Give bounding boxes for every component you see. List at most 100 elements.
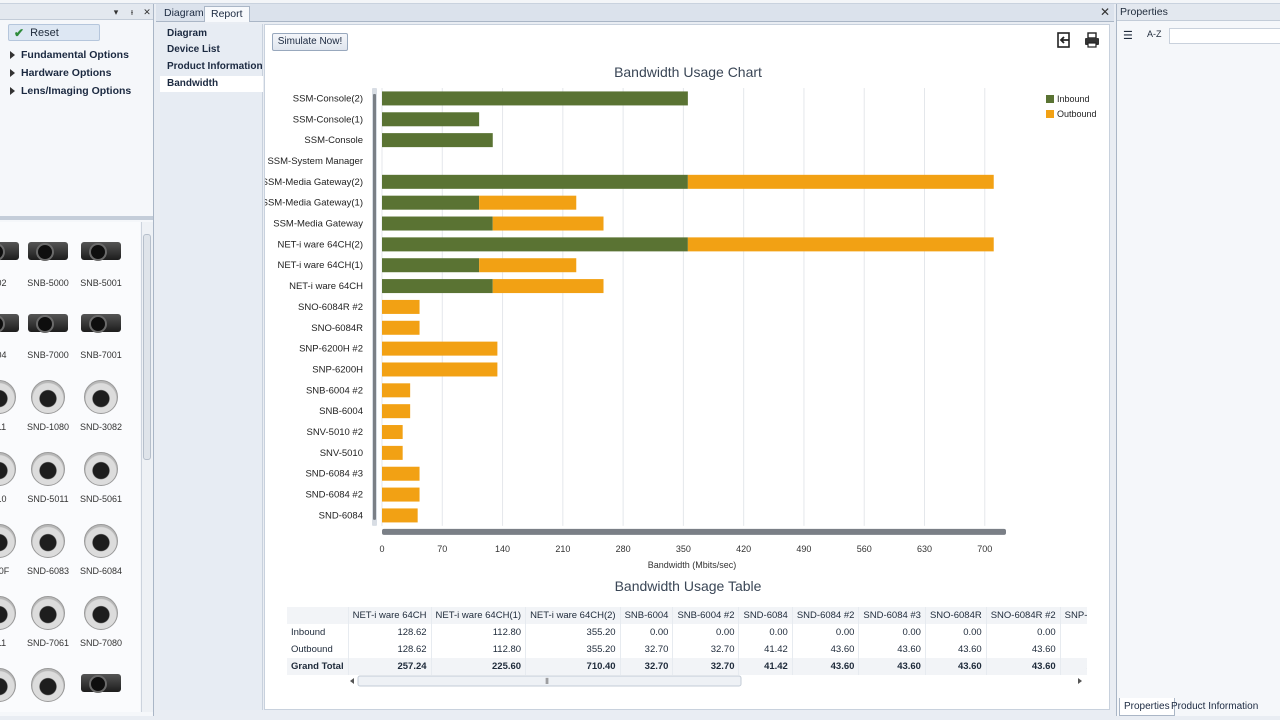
table-cell: 257.24 bbox=[348, 658, 432, 675]
bar-outbound bbox=[382, 299, 420, 314]
dome-camera-icon bbox=[0, 524, 16, 558]
bandwidth-chart: 0 70 140 210 280 350 420 490 560 630 700 SSM-Consol… bbox=[265, 88, 1097, 570]
table-cell: 32.70 bbox=[620, 641, 674, 658]
table-cell: 43.60 bbox=[792, 658, 860, 675]
y-category-label: SSM-Console bbox=[304, 135, 363, 146]
camera-item[interactable]: SND-7080 bbox=[76, 588, 126, 654]
table-cell: 128.62 bbox=[348, 624, 432, 641]
camera-item[interactable]: SNB-5001 bbox=[76, 228, 126, 294]
table-row: Outbound 128.62 112.80 355.20 32.70 32.70 41.4… bbox=[287, 641, 1087, 658]
bar-inbound bbox=[382, 174, 688, 189]
bar-outbound bbox=[382, 445, 403, 460]
sort-az-button[interactable]: A-Z bbox=[1147, 29, 1162, 39]
column-header[interactable]: NET-i ware 64CH bbox=[348, 607, 432, 624]
nav-item-bandwidth[interactable]: Bandwidth bbox=[160, 76, 263, 92]
table-row: Inbound 128.62 112.80 355.20 0.00 0.00 0.00 0.0… bbox=[287, 624, 1087, 641]
camera-label: SNB-5001 bbox=[80, 278, 122, 288]
column-header[interactable]: SNP-6200H bbox=[1060, 607, 1087, 624]
table-cell: 32.70 bbox=[620, 658, 674, 675]
properties-search-input[interactable] bbox=[1169, 28, 1280, 44]
reset-label: Reset bbox=[30, 26, 59, 39]
camera-item[interactable]: SNB-7001 bbox=[76, 300, 126, 366]
panel-splitter[interactable] bbox=[0, 216, 153, 220]
box-camera-icon bbox=[0, 242, 19, 261]
nav-item-device-list[interactable]: Device List bbox=[160, 42, 263, 58]
table-cell: 32.70 bbox=[672, 641, 740, 658]
table-cell: 134.00 bbox=[1060, 658, 1087, 675]
table-cell: 0.00 bbox=[925, 624, 987, 641]
y-category-label: SNO-6084R bbox=[311, 323, 363, 334]
column-header[interactable]: NET-i ware 64CH(1) bbox=[431, 607, 527, 624]
box-camera-icon bbox=[28, 314, 68, 333]
tree-item-hardware-options[interactable]: Hardware Options bbox=[10, 65, 111, 81]
dropdown-icon[interactable]: ▾ bbox=[110, 6, 122, 18]
y-category-label: SSM-Media Gateway bbox=[273, 219, 363, 230]
x-tick-label: 560 bbox=[857, 544, 872, 554]
options-panel-titlebar: ▾ ᵻ ✕ bbox=[0, 4, 153, 20]
close-icon[interactable]: ✕ bbox=[141, 6, 153, 18]
column-header[interactable]: SNB-6004 bbox=[620, 607, 674, 624]
expand-triangle-icon[interactable] bbox=[10, 69, 15, 77]
bar-inbound bbox=[382, 216, 493, 231]
bar-inbound bbox=[382, 112, 480, 127]
tree-item-lens-imaging-options[interactable]: Lens/Imaging Options bbox=[10, 83, 131, 99]
column-header[interactable]: SNO-6084R bbox=[925, 607, 987, 624]
bar-inbound bbox=[382, 237, 688, 252]
table-cell: 0.00 bbox=[986, 624, 1061, 641]
column-header[interactable]: SNB-6004 #2 bbox=[672, 607, 740, 624]
y-category-label: SNP-6200H #2 bbox=[299, 344, 363, 355]
pin-icon[interactable]: ᵻ bbox=[126, 6, 138, 18]
legend-swatch bbox=[1046, 95, 1054, 103]
tree-item-fundamental-options[interactable]: Fundamental Options bbox=[10, 47, 129, 63]
camera-gallery: 002SNB-5000SNB-5001004SNB-7000SNB-700101… bbox=[0, 222, 140, 712]
svg-text:⦀: ⦀ bbox=[545, 677, 549, 686]
expand-triangle-icon[interactable] bbox=[10, 51, 15, 59]
bar-outbound bbox=[492, 279, 604, 294]
column-header[interactable]: SNO-6084R #2 bbox=[986, 607, 1061, 624]
reset-button[interactable]: ✔ Reset bbox=[8, 24, 100, 41]
dome-camera-icon bbox=[31, 524, 65, 558]
table-hscrollbar[interactable]: ⦀ bbox=[350, 675, 1085, 687]
gallery-scroll-thumb[interactable] bbox=[143, 234, 151, 460]
column-header[interactable]: SND-6084 bbox=[738, 607, 793, 624]
print-icon[interactable] bbox=[1083, 31, 1101, 49]
export-icon[interactable] bbox=[1055, 31, 1073, 49]
properties-title: Properties bbox=[1117, 4, 1280, 21]
chart-title: Bandwidth Usage Chart bbox=[614, 64, 762, 80]
bar-outbound bbox=[382, 404, 411, 419]
camera-item[interactable]: SND-3082 bbox=[76, 372, 126, 438]
camera-item[interactable] bbox=[23, 660, 73, 712]
simulate-now-button[interactable]: Simulate Now! bbox=[272, 33, 348, 51]
column-header[interactable]: SND-6084 #2 bbox=[792, 607, 860, 624]
close-icon[interactable]: ✕ bbox=[1100, 5, 1110, 19]
tab-product-information[interactable]: Product Information bbox=[1167, 698, 1262, 716]
box-camera-icon bbox=[0, 314, 19, 333]
y-category-label: SSM-Console(2) bbox=[293, 93, 363, 104]
table-corner-cell bbox=[287, 607, 349, 624]
camera-item[interactable]: SND-6084 bbox=[76, 516, 126, 582]
nav-item-diagram[interactable]: Diagram bbox=[160, 26, 263, 42]
table-cell: 43.60 bbox=[986, 641, 1061, 658]
x-tick-label: 420 bbox=[736, 544, 751, 554]
row-header: Grand Total bbox=[287, 658, 349, 675]
y-category-label: SNV-5010 bbox=[320, 448, 363, 459]
table-cell: 0.00 bbox=[620, 624, 674, 641]
table-cell: 43.60 bbox=[792, 641, 860, 658]
categorized-icon[interactable]: ☰ bbox=[1123, 29, 1133, 42]
tab-diagram[interactable]: Diagram bbox=[158, 6, 210, 22]
column-header[interactable]: SND-6084 #3 bbox=[858, 607, 926, 624]
column-header[interactable]: NET-i ware 64CH(2) bbox=[525, 607, 621, 624]
expand-triangle-icon[interactable] bbox=[10, 87, 15, 95]
tab-report[interactable]: Report bbox=[204, 6, 250, 22]
table-cell: 41.42 bbox=[738, 641, 793, 658]
y-category-label: SND-6084 #2 bbox=[305, 490, 363, 501]
bar-outbound bbox=[382, 425, 403, 440]
bar-outbound bbox=[382, 508, 418, 523]
camera-item[interactable]: SND-5061 bbox=[76, 444, 126, 510]
bar-outbound bbox=[687, 174, 994, 189]
y-category-label: SNB-6004 bbox=[319, 406, 363, 417]
camera-item[interactable] bbox=[0, 660, 24, 712]
nav-item-product-information[interactable]: Product Information bbox=[160, 59, 263, 75]
dome-camera-icon bbox=[0, 668, 16, 702]
camera-item[interactable] bbox=[76, 660, 126, 712]
